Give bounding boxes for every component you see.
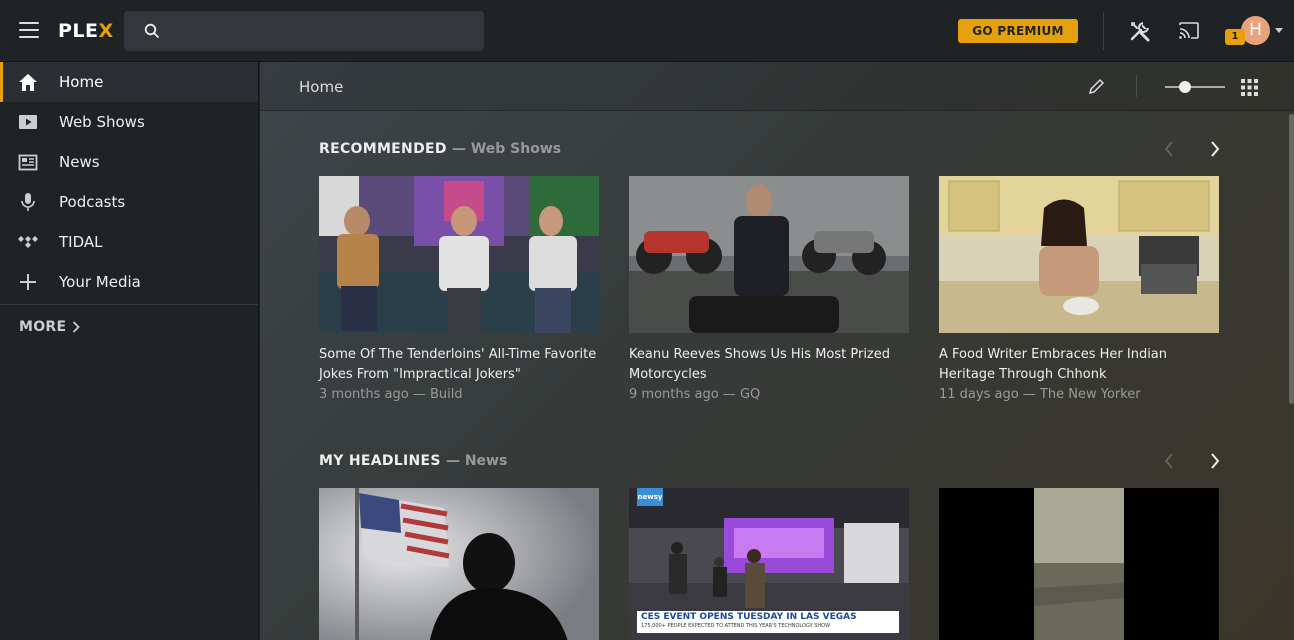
sidebar: Home Web Shows News Podcasts TIDAL Your …	[0, 62, 259, 640]
more-button[interactable]: MORE	[19, 319, 81, 335]
cast-icon[interactable]	[1178, 21, 1200, 41]
media-card[interactable]	[939, 488, 1219, 640]
microphone-icon	[17, 192, 39, 212]
pencil-icon[interactable]	[1087, 78, 1105, 96]
sidebar-item-label: TIDAL	[59, 233, 103, 251]
search-icon	[144, 23, 159, 38]
chevron-left-icon[interactable]	[1164, 141, 1174, 157]
breadcrumb: Home	[299, 78, 344, 96]
scrollbar[interactable]	[1289, 114, 1294, 640]
section-subtitle: — News	[445, 453, 508, 469]
media-card[interactable]: A Food Writer Embraces Her Indian Herita…	[939, 176, 1219, 405]
sidebar-item-label: Your Media	[59, 273, 141, 291]
divider	[1103, 12, 1104, 50]
search-box[interactable]	[124, 11, 484, 51]
divider	[0, 304, 258, 305]
sidebar-item-home[interactable]: Home	[0, 62, 258, 102]
thumbnail[interactable]	[939, 176, 1219, 333]
notification-badge[interactable]: 1	[1225, 29, 1245, 45]
sidebar-item-tidal[interactable]: TIDAL	[0, 222, 258, 262]
divider	[1136, 75, 1137, 97]
menu-icon[interactable]	[19, 22, 39, 40]
sidebar-item-your-media[interactable]: Your Media	[0, 262, 258, 302]
section-title-recommended[interactable]: RECOMMENDED — Web Shows	[319, 141, 561, 157]
chevron-left-icon[interactable]	[1164, 453, 1174, 469]
chevron-right-icon[interactable]	[1210, 141, 1220, 157]
news-icon	[17, 152, 39, 172]
news-caption: CES EVENT OPENS TUESDAY IN LAS VEGAS 175…	[637, 611, 899, 633]
section-title-text: RECOMMENDED	[319, 141, 447, 157]
sidebar-item-podcasts[interactable]: Podcasts	[0, 182, 258, 222]
avatar[interactable]: H	[1241, 16, 1270, 45]
settings-tools-icon[interactable]	[1129, 20, 1151, 42]
chevron-right-icon	[73, 321, 81, 333]
thumbnail[interactable]: newsy CES EVENT OPENS TUESDAY IN LAS VEG…	[629, 488, 909, 640]
card-meta: 3 months ago — Build	[319, 387, 463, 402]
search-input[interactable]	[172, 11, 472, 51]
section-subtitle: — Web Shows	[451, 141, 562, 157]
card-title[interactable]: Some Of The Tenderloins' All-Time Favori…	[319, 345, 599, 385]
card-title[interactable]: Keanu Reeves Shows Us His Most Prized Mo…	[629, 345, 909, 385]
section-title-text: MY HEADLINES	[319, 453, 441, 469]
chevron-right-icon[interactable]	[1210, 453, 1220, 469]
top-bar: PLEX GO PREMIUM H 1	[0, 0, 1294, 62]
main-content: Home RECOMMENDED — Web Shows Some Of The…	[260, 62, 1294, 640]
play-icon	[17, 112, 39, 132]
go-premium-button[interactable]: GO PREMIUM	[958, 19, 1078, 43]
slider-handle[interactable]	[1179, 81, 1191, 93]
section-title-my-headlines[interactable]: MY HEADLINES — News	[319, 453, 507, 469]
caption-headline: CES EVENT OPENS TUESDAY IN LAS VEGAS	[641, 612, 857, 622]
card-meta: 9 months ago — GQ	[629, 387, 761, 402]
chevron-down-icon[interactable]	[1275, 28, 1283, 33]
thumbnail[interactable]	[939, 488, 1219, 640]
caption-subline: 175,000+ PEOPLE EXPECTED TO ATTEND THIS …	[641, 623, 831, 629]
thumbnail[interactable]	[319, 176, 599, 333]
newsy-logo: newsy	[637, 488, 663, 506]
plus-icon	[17, 272, 39, 292]
tidal-icon	[17, 232, 39, 252]
content-header: Home	[260, 62, 1294, 111]
size-slider[interactable]	[1165, 81, 1225, 93]
media-card[interactable]: Some Of The Tenderloins' All-Time Favori…	[319, 176, 599, 405]
card-title[interactable]: A Food Writer Embraces Her Indian Herita…	[939, 345, 1219, 385]
sidebar-item-label: Web Shows	[59, 113, 145, 131]
grid-view-icon[interactable]	[1241, 79, 1258, 96]
sidebar-item-label: Home	[59, 73, 104, 91]
scrollbar-thumb[interactable]	[1289, 114, 1294, 404]
media-card[interactable]: newsy CES EVENT OPENS TUESDAY IN LAS VEG…	[629, 488, 909, 640]
media-card[interactable]	[319, 488, 599, 640]
sidebar-item-label: News	[59, 153, 100, 171]
thumbnail[interactable]	[319, 488, 599, 640]
home-icon	[17, 72, 39, 92]
sidebar-item-news[interactable]: News	[0, 142, 258, 182]
sidebar-item-web-shows[interactable]: Web Shows	[0, 102, 258, 142]
sidebar-item-label: Podcasts	[59, 193, 126, 211]
more-label: MORE	[19, 319, 67, 335]
card-meta: 11 days ago — The New Yorker	[939, 387, 1141, 402]
plex-logo[interactable]: PLEX	[58, 20, 114, 42]
media-card[interactable]: Keanu Reeves Shows Us His Most Prized Mo…	[629, 176, 909, 405]
thumbnail[interactable]	[629, 176, 909, 333]
